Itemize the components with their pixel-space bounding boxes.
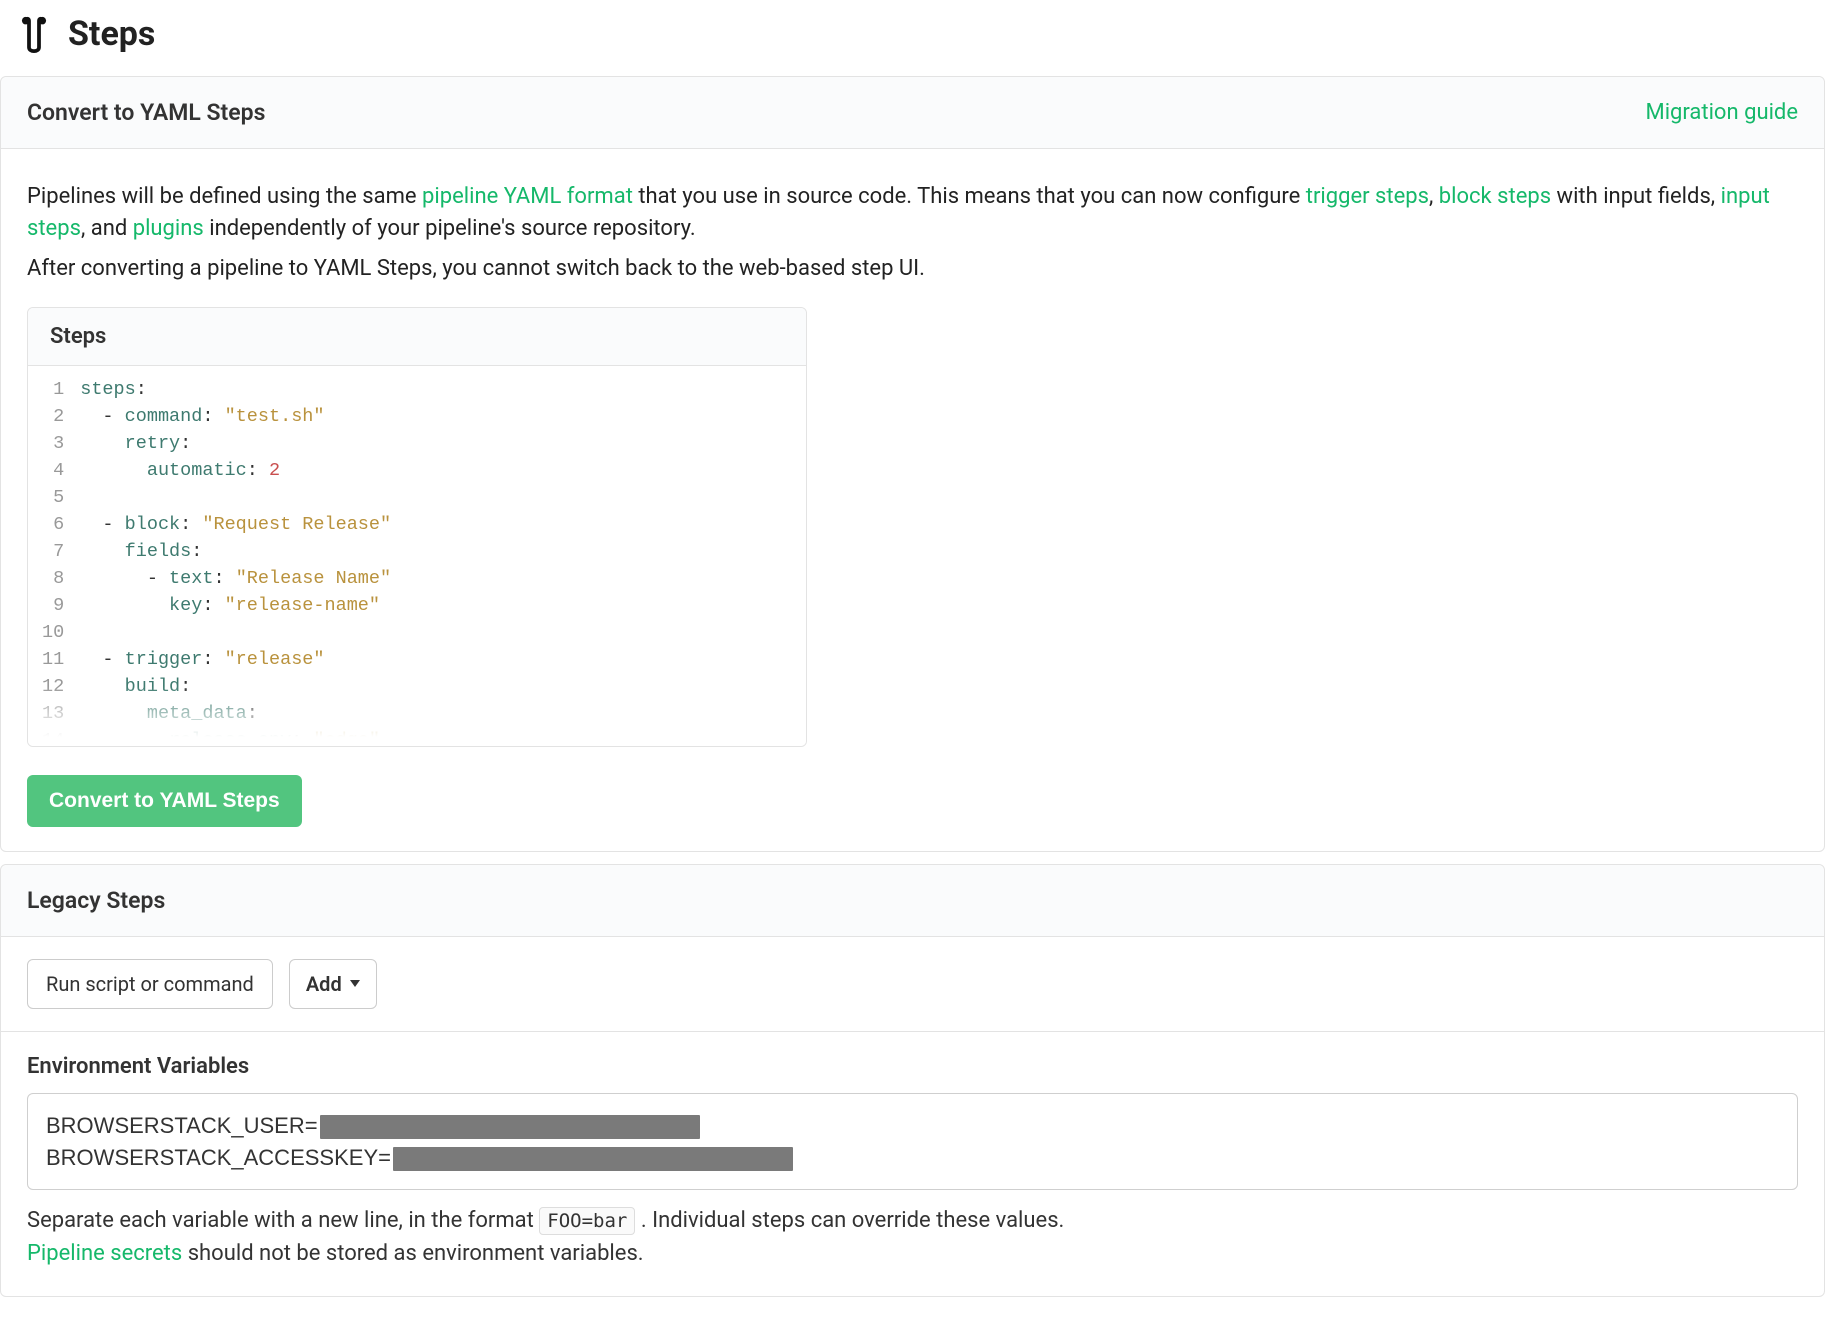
text: independently of your pipeline's source … (204, 216, 696, 241)
code-gutter: 1 2 3 4 5 6 7 8 9 10 11 12 13 14 (28, 366, 74, 746)
text: with input fields, (1551, 184, 1721, 209)
text: Separate each variable with a new line, … (27, 1208, 539, 1233)
block-steps-link[interactable]: block steps (1439, 184, 1551, 209)
steps-icon (14, 14, 54, 54)
text: Pipelines will be defined using the same (27, 184, 422, 209)
text: , and (81, 216, 133, 241)
migration-guide-link[interactable]: Migration guide (1645, 100, 1798, 125)
convert-button[interactable]: Convert to YAML Steps (27, 775, 302, 827)
convert-panel-title: Convert to YAML Steps (27, 99, 265, 126)
env-var-line: BROWSERSTACK_ACCESSKEY= (46, 1142, 1779, 1174)
redacted-value (320, 1115, 700, 1139)
plugins-link[interactable]: plugins (133, 216, 204, 241)
yaml-preview-title: Steps (28, 308, 806, 366)
add-step-label: Add (306, 972, 342, 996)
env-vars-title: Environment Variables (27, 1054, 1798, 1079)
text: , (1429, 184, 1439, 209)
legacy-panel-header: Legacy Steps (1, 865, 1824, 937)
env-var-line: BROWSERSTACK_USER= (46, 1110, 1779, 1142)
pipeline-secrets-link[interactable]: Pipeline secrets (27, 1241, 182, 1266)
yaml-preview-panel: Steps 1 2 3 4 5 6 7 8 9 10 11 12 13 14 s… (27, 307, 807, 747)
text: . Individual steps can override these va… (641, 1208, 1065, 1233)
intro-paragraph: Pipelines will be defined using the same… (27, 181, 1798, 245)
warning-text: After converting a pipeline to YAML Step… (27, 253, 1798, 285)
legacy-panel-title: Legacy Steps (27, 887, 165, 914)
legacy-step-chip[interactable]: Run script or command (27, 959, 273, 1009)
page-title: Steps (68, 14, 155, 54)
chevron-down-icon (350, 980, 360, 987)
pipeline-yaml-link[interactable]: pipeline YAML format (422, 184, 633, 209)
yaml-code-area: 1 2 3 4 5 6 7 8 9 10 11 12 13 14 steps: … (28, 366, 806, 746)
text: that you use in source code. This means … (633, 184, 1306, 209)
add-step-button[interactable]: Add (289, 959, 377, 1009)
legacy-step-label: Run script or command (46, 972, 254, 996)
env-vars-section: Environment Variables BROWSERSTACK_USER=… (1, 1032, 1824, 1297)
env-var-name: BROWSERSTACK_ACCESSKEY= (46, 1145, 391, 1170)
env-vars-input[interactable]: BROWSERSTACK_USER= BROWSERSTACK_ACCESSKE… (27, 1093, 1798, 1191)
code-lines: steps: - command: "test.sh" retry: autom… (74, 366, 806, 746)
convert-panel-header: Convert to YAML Steps Migration guide (1, 77, 1824, 149)
trigger-steps-link[interactable]: trigger steps (1306, 184, 1429, 209)
text: should not be stored as environment vari… (182, 1241, 643, 1266)
env-format-code: FOO=bar (539, 1207, 635, 1235)
page-header: Steps (0, 0, 1825, 64)
redacted-value (393, 1147, 793, 1171)
env-hint: Separate each variable with a new line, … (27, 1204, 1798, 1270)
env-var-name: BROWSERSTACK_USER= (46, 1113, 318, 1138)
legacy-panel: Legacy Steps Run script or command Add E… (0, 864, 1825, 1298)
legacy-steps-row: Run script or command Add (1, 937, 1824, 1032)
convert-panel: Convert to YAML Steps Migration guide Pi… (0, 76, 1825, 852)
